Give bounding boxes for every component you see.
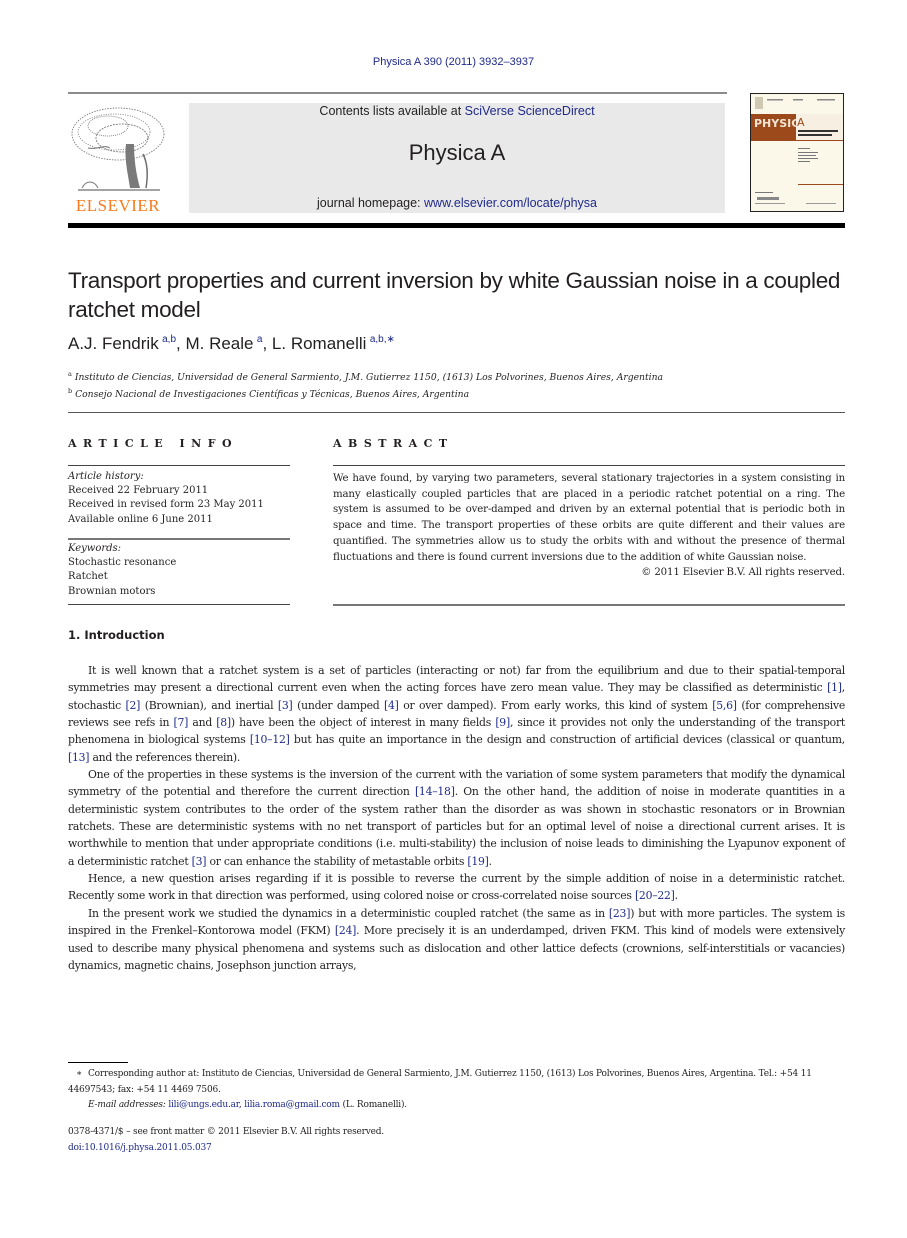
divider bbox=[68, 538, 290, 540]
paragraph: One of the properties in these systems i… bbox=[68, 768, 845, 868]
history-received: Received 22 February 2011 bbox=[68, 485, 209, 497]
corresponding-author-note: ∗ Corresponding author at: Instituto de C… bbox=[68, 1067, 845, 1098]
keywords-label: Keywords: bbox=[68, 543, 122, 554]
contents-line: Contents lists available at SciVerse Sci… bbox=[189, 104, 725, 118]
footnote-rule bbox=[68, 1062, 128, 1063]
affiliation-mark: b bbox=[68, 387, 73, 395]
corresponding-text: Corresponding author at: Instituto de Ci… bbox=[68, 1069, 812, 1095]
citation-link[interactable]: [4] bbox=[384, 699, 399, 712]
homepage-prefix: journal homepage: bbox=[316, 196, 425, 210]
affiliation-mark: a bbox=[68, 370, 72, 378]
author-name: M. Reale bbox=[185, 334, 254, 353]
divider bbox=[333, 604, 845, 606]
citation-link[interactable]: [20–22] bbox=[635, 889, 675, 902]
email-suffix: (L. Romanelli). bbox=[339, 1100, 408, 1110]
author-name: A.J. Fendrik bbox=[68, 334, 159, 353]
doi-link[interactable]: doi:10.1016/j.physa.2011.05.037 bbox=[68, 1143, 212, 1153]
footnotes: ∗ Corresponding author at: Instituto de C… bbox=[68, 1067, 845, 1114]
author-list: A.J. Fendrik a,b, M. Reale a, L. Romanel… bbox=[68, 334, 395, 353]
header-rule bbox=[68, 92, 727, 94]
abstract-heading: ABSTRACT bbox=[333, 437, 454, 450]
citation-link[interactable]: [3] bbox=[192, 855, 207, 868]
corresponding-star-icon: ∗ bbox=[76, 1069, 82, 1079]
article-history: Article history: Received 22 February 20… bbox=[68, 470, 264, 527]
running-header[interactable]: Physica A 390 (2011) 3932–3937 bbox=[0, 56, 907, 68]
keywords: Keywords: Stochastic resonance Ratchet B… bbox=[68, 542, 176, 599]
citation-link[interactable]: [8] bbox=[216, 716, 231, 729]
divider bbox=[68, 465, 290, 466]
paragraph: It is well known that a ratchet system i… bbox=[68, 664, 845, 764]
citation-link[interactable]: [3] bbox=[278, 699, 293, 712]
history-online: Available online 6 June 2011 bbox=[68, 513, 213, 525]
affiliation: a Instituto de Ciencias, Universidad de … bbox=[68, 370, 663, 383]
abstract-body: We have found, by varying two parameters… bbox=[333, 471, 845, 581]
citation-link[interactable]: [23] bbox=[609, 907, 631, 920]
front-matter: 0378-4371/$ – see front matter © 2011 El… bbox=[68, 1124, 384, 1156]
divider bbox=[333, 465, 845, 466]
citation-link[interactable]: [1] bbox=[827, 681, 842, 694]
author-name: L. Romanelli bbox=[271, 334, 367, 353]
author-affiliation-mark[interactable]: a bbox=[257, 334, 263, 345]
history-revised: Received in revised form 23 May 2011 bbox=[68, 499, 264, 511]
citation-link[interactable]: [7] bbox=[174, 716, 189, 729]
keyword: Brownian motors bbox=[68, 585, 156, 597]
keyword: Stochastic resonance bbox=[68, 557, 177, 569]
elsevier-wordmark: ELSEVIER bbox=[75, 196, 161, 215]
article-title: Transport properties and current inversi… bbox=[68, 268, 841, 322]
cover-letter: A bbox=[797, 116, 805, 129]
citation-link[interactable]: [19] bbox=[467, 855, 489, 868]
email-label: E-mail addresses: bbox=[88, 1100, 166, 1110]
introduction-body: It is well known that a ratchet system i… bbox=[68, 662, 845, 974]
citation-link[interactable]: [9] bbox=[495, 716, 510, 729]
divider bbox=[68, 604, 290, 605]
paragraph: Hence, a new question arises regarding i… bbox=[68, 872, 845, 903]
citation-link[interactable]: [24] bbox=[335, 924, 357, 937]
journal-homepage-link[interactable]: www.elsevier.com/locate/physa bbox=[424, 196, 597, 210]
citation-link[interactable]: [13] bbox=[68, 751, 90, 764]
abstract-text: We have found, by varying two parameters… bbox=[333, 473, 845, 563]
citation-link[interactable]: [10–12] bbox=[250, 733, 290, 746]
citation-link[interactable]: [5,6] bbox=[712, 699, 737, 712]
homepage-line: journal homepage: www.elsevier.com/locat… bbox=[189, 196, 725, 210]
author-affiliation-mark[interactable]: a,b bbox=[162, 334, 176, 345]
citation-link[interactable]: [14–18] bbox=[415, 785, 455, 798]
keyword: Ratchet bbox=[68, 571, 108, 583]
abstract-copyright: © 2011 Elsevier B.V. All rights reserved… bbox=[641, 567, 845, 579]
title-block-rule bbox=[68, 412, 845, 413]
sciencedirect-link[interactable]: SciVerse ScienceDirect bbox=[465, 104, 595, 118]
paragraph: In the present work we studied the dynam… bbox=[68, 906, 845, 972]
masthead-thick-rule bbox=[68, 223, 845, 228]
email-link[interactable]: lili@ungs.edu.ar bbox=[168, 1100, 239, 1110]
article-info-heading: ARTICLE INFO bbox=[68, 437, 239, 450]
email-note: E-mail addresses: lili@ungs.edu.ar, lili… bbox=[88, 1100, 408, 1110]
affiliation: b Consejo Nacional de Investigaciones Ci… bbox=[68, 387, 469, 400]
section-heading-introduction: 1. Introduction bbox=[68, 628, 165, 642]
journal-name: Physica A bbox=[408, 140, 506, 165]
email-link[interactable]: lilia.roma@gmail.com bbox=[244, 1100, 340, 1110]
author-affiliation-mark[interactable]: a,b,∗ bbox=[370, 334, 395, 345]
citation-link[interactable]: [2] bbox=[126, 699, 141, 712]
affiliation-text: Instituto de Ciencias, Universidad de Ge… bbox=[74, 372, 663, 384]
journal-cover-thumbnail: PHYSICA A bbox=[750, 93, 844, 212]
affiliation-text: Consejo Nacional de Investigaciones Cien… bbox=[75, 389, 470, 401]
issn-line: 0378-4371/$ – see front matter © 2011 El… bbox=[68, 1127, 384, 1137]
history-label: Article history: bbox=[68, 471, 144, 482]
contents-prefix: Contents lists available at bbox=[319, 104, 465, 118]
